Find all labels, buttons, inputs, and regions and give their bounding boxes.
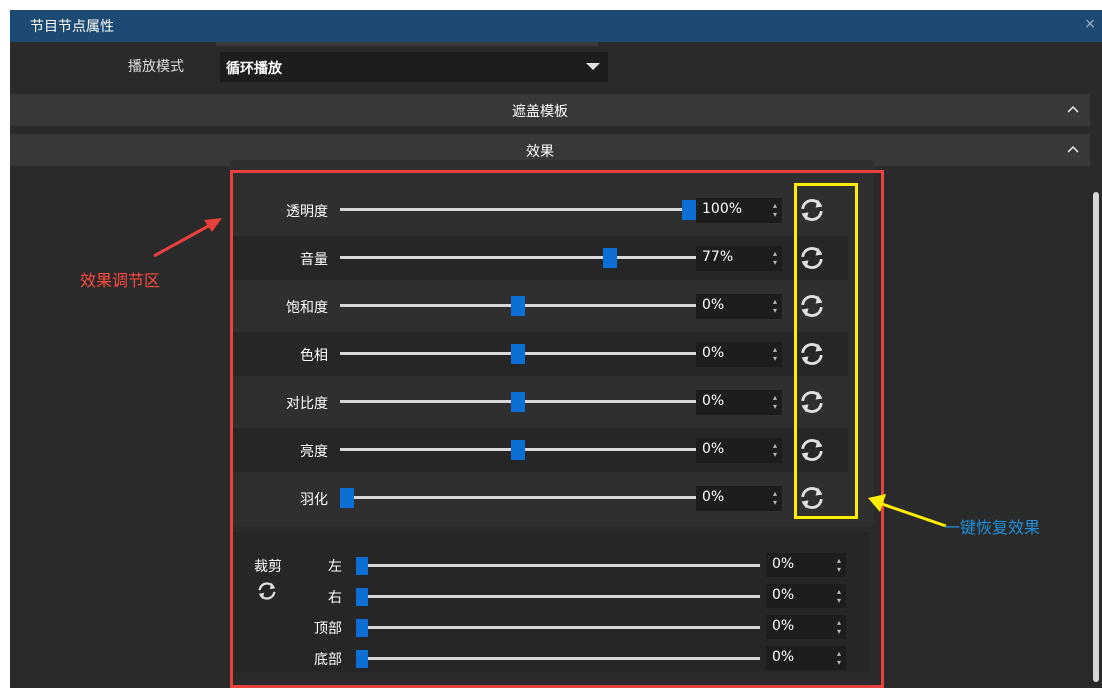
scrollbar[interactable] [1090,42,1102,688]
annotation-effects-area: 效果调节区 [80,271,161,290]
title-bar: 节目节点属性 × [10,10,1102,42]
dropdown-arrow-icon [586,63,600,70]
yellow-arrow [868,494,947,528]
annotation-reset-all: 一键恢复效果 [944,518,1041,537]
scrollbar-thumb[interactable] [1093,192,1099,682]
chevron-up-icon[interactable] [1066,142,1080,156]
section-mask-template[interactable]: 遮盖模板 [10,94,1090,126]
red-arrow [153,218,222,258]
divider [216,42,598,46]
reset-highlight-box [794,183,858,519]
section-title-effects: 效果 [526,144,554,160]
playback-mode-value: 循环播放 [226,61,282,77]
section-title-mask: 遮盖模板 [512,104,568,120]
window-title: 节目节点属性 [30,19,114,35]
chevron-up-icon[interactable] [1066,102,1080,116]
effects-highlight-box [230,170,884,688]
playback-mode-label: 播放模式 [128,59,184,75]
close-icon[interactable]: × [1084,16,1096,32]
playback-mode-select[interactable]: 循环播放 [220,52,608,82]
